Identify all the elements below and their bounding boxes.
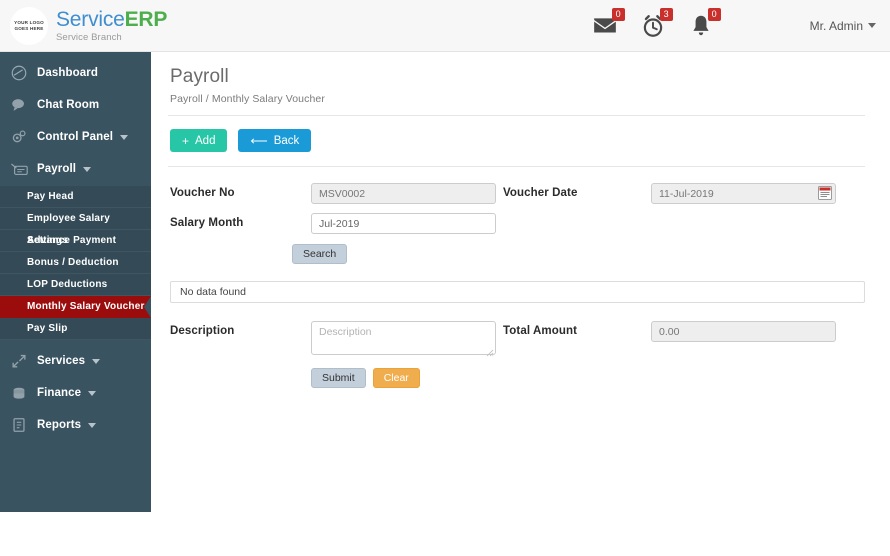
action-toolbar: + Add ⟵ Back	[151, 116, 890, 152]
total-amount-label: Total Amount	[503, 325, 578, 337]
notification-group: 0 3 0	[592, 7, 721, 39]
description-label: Description	[170, 325, 235, 337]
page-header: Payroll Payroll / Monthly Salary Voucher	[151, 52, 890, 105]
brand-name: ServiceERP	[56, 9, 167, 30]
sidebar-item-label: Payroll	[37, 163, 77, 175]
chat-icon	[10, 96, 30, 114]
search-row: Search	[151, 234, 890, 264]
voucher-no-input[interactable]	[311, 183, 496, 204]
voucher-form: Voucher No Voucher Date	[151, 167, 890, 388]
chevron-down-icon	[868, 23, 876, 28]
page-title: Payroll	[170, 66, 229, 87]
salary-month-label: Salary Month	[170, 217, 244, 229]
messages-badge: 0	[611, 7, 625, 21]
top-bar: YOUR LOGO GOES HERE ServiceERP Service B…	[0, 0, 890, 52]
sidebar: Dashboard Chat Room Control Panel Payrol…	[0, 52, 151, 512]
payroll-icon	[10, 160, 30, 178]
sidebar-item-services[interactable]: Services	[0, 350, 151, 372]
voucher-date-wrapper	[651, 183, 836, 204]
sidebar-subitem-lop-deductions[interactable]: LOP Deductions	[0, 274, 151, 296]
total-amount-field-group: Total Amount	[503, 321, 863, 342]
description-field-group: Description	[151, 321, 503, 360]
sidebar-item-finance[interactable]: Finance	[0, 382, 151, 404]
add-button-label: Add	[195, 134, 216, 147]
sidebar-subitem-bonus-deduction[interactable]: Bonus / Deduction	[0, 252, 151, 274]
sidebar-item-label: Dashboard	[37, 67, 98, 79]
main-content: Payroll Payroll / Monthly Salary Voucher…	[151, 52, 890, 556]
user-menu-label: Mr. Admin	[809, 18, 863, 33]
logo-placeholder: YOUR LOGO GOES HERE	[10, 6, 48, 45]
back-button-label: Back	[273, 134, 300, 147]
brand: ServiceERP Service Branch	[56, 9, 167, 43]
brand-name-second: ERP	[124, 7, 168, 31]
chevron-down-icon	[88, 390, 97, 396]
back-button[interactable]: ⟵ Back	[238, 129, 312, 152]
back-arrow-icon: ⟵	[250, 133, 268, 148]
submit-button[interactable]: Submit	[311, 368, 366, 388]
sidebar-subitem-pay-slip[interactable]: Pay Slip	[0, 318, 151, 340]
salary-month-field-group: Salary Month	[151, 213, 503, 234]
form-actions: Submit Clear	[311, 368, 890, 388]
user-menu[interactable]: Mr. Admin	[810, 19, 876, 33]
plus-icon: +	[182, 133, 190, 148]
form-row-1: Voucher No Voucher Date	[151, 183, 890, 204]
gears-icon	[10, 128, 30, 146]
sidebar-item-label: Chat Room	[37, 99, 100, 111]
voucher-date-input[interactable]	[651, 183, 836, 204]
sidebar-item-label: Control Panel	[37, 131, 114, 143]
sidebar-item-label: Reports	[37, 419, 82, 431]
logo-line-2: GOES HERE	[14, 25, 44, 31]
chevron-down-icon	[120, 134, 129, 140]
sidebar-item-label: Services	[37, 355, 86, 367]
chevron-down-icon	[92, 358, 101, 364]
finance-icon	[10, 384, 30, 402]
chevron-down-icon	[88, 422, 97, 428]
breadcrumb: Payroll / Monthly Salary Voucher	[170, 93, 325, 105]
form-row-3: Description Total Amount	[151, 321, 890, 360]
sidebar-subitem-advance-payment[interactable]: Advance Payment	[0, 230, 151, 252]
reminders-button[interactable]: 3	[640, 7, 673, 39]
voucher-no-label: Voucher No	[170, 187, 235, 199]
sidebar-subitem-monthly-salary-voucher[interactable]: Monthly Salary Voucher	[0, 296, 151, 318]
description-input[interactable]	[311, 321, 496, 355]
description-wrapper	[311, 321, 496, 360]
sidebar-subitem-employee-salary-settings[interactable]: Employee Salary Settings	[0, 208, 151, 246]
sidebar-item-reports[interactable]: Reports	[0, 414, 151, 436]
add-button[interactable]: + Add	[170, 129, 228, 152]
voucher-date-label: Voucher Date	[503, 187, 578, 199]
calendar-icon[interactable]	[818, 186, 832, 200]
salary-month-input[interactable]	[311, 213, 496, 234]
clear-button[interactable]: Clear	[372, 368, 420, 388]
search-button[interactable]: Search	[292, 244, 348, 264]
services-icon	[10, 352, 30, 370]
chevron-down-icon	[83, 166, 92, 172]
dashboard-icon	[10, 64, 30, 82]
sidebar-item-control-panel[interactable]: Control Panel	[0, 126, 151, 148]
brand-subtitle: Service Branch	[56, 31, 122, 43]
sidebar-item-dashboard[interactable]: Dashboard	[0, 62, 151, 84]
reminders-badge: 3	[659, 7, 673, 21]
brand-name-first: Service	[56, 7, 125, 31]
payroll-submenu: Pay Head Employee Salary Settings Advanc…	[0, 186, 151, 340]
sidebar-item-label: Finance	[37, 387, 82, 399]
sidebar-subitem-pay-head[interactable]: Pay Head	[0, 186, 151, 208]
sidebar-item-chat-room[interactable]: Chat Room	[0, 94, 151, 116]
reports-icon	[10, 416, 30, 434]
form-row-2: Salary Month	[151, 213, 890, 234]
sidebar-item-payroll[interactable]: Payroll	[0, 158, 151, 180]
alerts-badge: 0	[707, 7, 721, 21]
total-amount-input[interactable]	[651, 321, 836, 342]
app-window: YOUR LOGO GOES HERE ServiceERP Service B…	[0, 0, 890, 556]
voucher-date-field-group: Voucher Date	[503, 183, 863, 204]
voucher-no-field-group: Voucher No	[151, 183, 503, 204]
messages-button[interactable]: 0	[592, 7, 625, 39]
alerts-button[interactable]: 0	[688, 7, 721, 39]
no-data-message: No data found	[170, 281, 865, 303]
